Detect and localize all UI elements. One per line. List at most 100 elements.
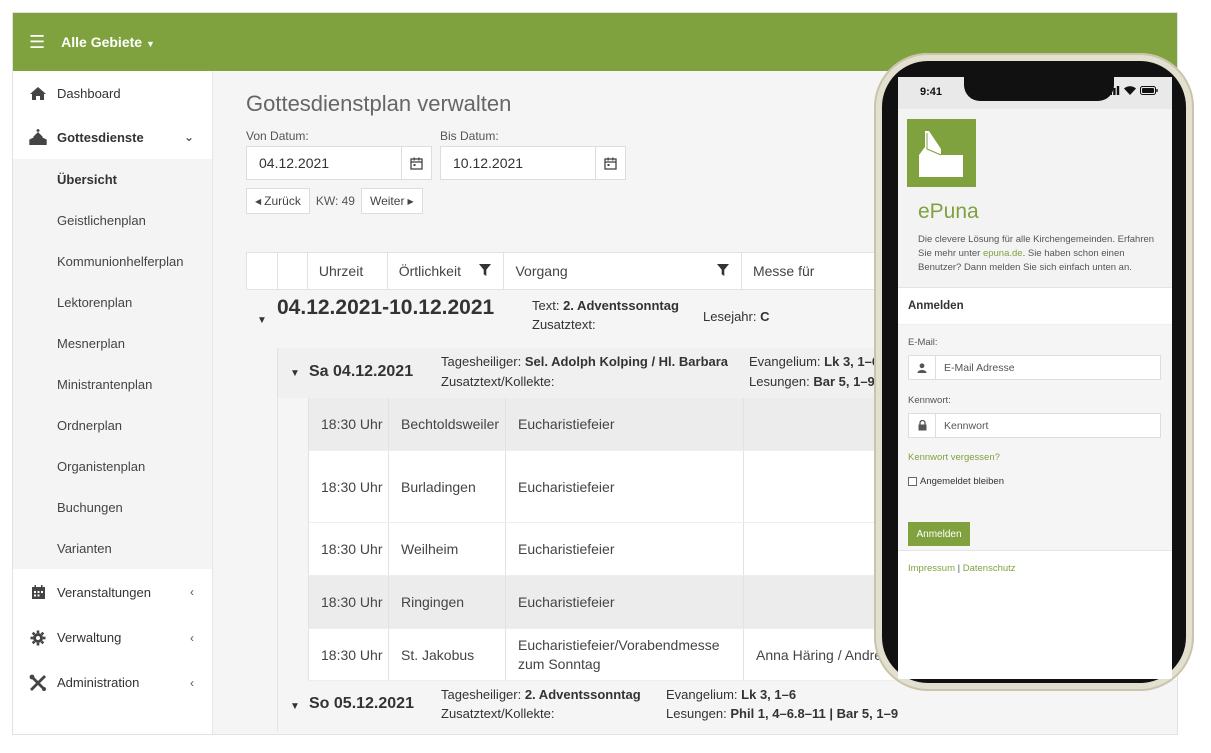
from-date-field[interactable]: 04.12.2021: [246, 146, 432, 180]
phone-mockup: 9:41 ePuna Die clevere Lösung für alle K…: [874, 53, 1194, 691]
phone-screen: 9:41 ePuna Die clevere Lösung für alle K…: [898, 77, 1172, 679]
area-selector-label: Alle Gebiete: [61, 34, 143, 50]
previous-week-label: Zurück: [264, 194, 301, 208]
phone-notch: [964, 77, 1114, 101]
sidebar-subitem-clergy-plan[interactable]: Geistlichenplan: [13, 200, 212, 241]
sidebar-subitem-overview[interactable]: Übersicht: [13, 159, 212, 200]
email-field[interactable]: E-Mail Adresse: [908, 355, 1161, 380]
day-gospel: Evangelium: Lk 3, 1–6: [749, 354, 879, 369]
collapse-caret-icon[interactable]: ▼: [290, 368, 300, 379]
day-extra-text: Zusatztext/Kollekte:: [441, 706, 555, 721]
remember-me-checkbox[interactable]: [908, 477, 917, 486]
collapse-caret-icon[interactable]: ▼: [257, 315, 267, 326]
sidebar-item-management[interactable]: Verwaltung ‹: [13, 615, 212, 660]
cell-location: Bechtoldsweiler: [389, 398, 506, 450]
sidebar-subitem-communion-helper-plan[interactable]: Kommunionhelferplan: [13, 241, 212, 282]
epuna-website-link[interactable]: epuna.de: [983, 248, 1023, 259]
header-event[interactable]: Vorgang: [504, 253, 742, 289]
cell-time: 18:30 Uhr: [309, 451, 389, 522]
day-readings-value: Phil 1, 4–6.8–11 | Bar 5, 1–9: [730, 706, 899, 721]
header-label: Messe für: [752, 263, 815, 279]
sidebar-item-services[interactable]: Gottesdienste ⌄: [13, 115, 212, 159]
header-time[interactable]: Uhrzeit: [308, 253, 388, 289]
liturgical-year: Lesejahr: C: [703, 309, 769, 324]
login-button[interactable]: Anmelden: [908, 522, 970, 546]
week-range: 04.12.2021-10.12.2021: [277, 296, 495, 319]
sidebar-subitem-bookings[interactable]: Buchungen: [13, 487, 212, 528]
from-date-label: Von Datum:: [246, 129, 309, 143]
cell-time: 18:30 Uhr: [309, 523, 389, 575]
header-select-column: [278, 253, 308, 289]
sidebar-item-events[interactable]: Veranstaltungen ‹: [13, 569, 212, 615]
day-readings: Lesungen: Bar 5, 1–9: [749, 374, 875, 389]
day-readings-label: Lesungen:: [666, 706, 731, 721]
calendar-icon[interactable]: [401, 147, 431, 179]
filter-icon[interactable]: [716, 263, 729, 279]
remember-me: Angemeldet bleiben: [908, 476, 1004, 487]
calendar-icon[interactable]: [595, 147, 625, 179]
day-gospel-label: Evangelium:: [666, 687, 742, 702]
password-placeholder: Kennwort: [944, 419, 989, 432]
week-text-value: 2. Adventssonntag: [563, 298, 679, 313]
next-week-button[interactable]: Weiter ▶: [360, 188, 423, 214]
area-selector[interactable]: Alle Gebiete ▼: [61, 34, 155, 50]
cell-event: Eucharistiefeier: [506, 398, 744, 450]
sidebar-subitem-usher-plan[interactable]: Ordnerplan: [13, 405, 212, 446]
calendar-week: KW: 49: [315, 194, 355, 208]
password-field[interactable]: Kennwort: [908, 413, 1161, 438]
imprint-link[interactable]: Impressum: [908, 563, 955, 574]
cell-event: Eucharistiefeier: [506, 451, 744, 522]
chevron-left-icon: ‹: [190, 630, 194, 645]
sidebar-item-label: Verwaltung: [57, 630, 122, 645]
home-icon: [27, 86, 49, 101]
day-readings-value: Bar 5, 1–9: [813, 374, 875, 389]
sidebar-item-label: Dashboard: [57, 85, 121, 101]
sidebar-subitem-variants[interactable]: Varianten: [13, 528, 212, 569]
chevron-down-icon: ⌄: [183, 130, 194, 144]
sidebar-item-dashboard[interactable]: Dashboard: [13, 71, 212, 115]
day-title: Sa 04.12.2021: [309, 363, 414, 380]
week-extra-text: Zusatztext:: [532, 317, 596, 332]
day-saint-value: Sel. Adolph Kolping / Hl. Barbara: [524, 354, 729, 369]
wifi-icon: [1124, 86, 1136, 98]
login-page: ePuna Die clevere Lösung für alle Kirche…: [898, 109, 1172, 574]
sidebar-subitem-lector-plan[interactable]: Lektorenplan: [13, 282, 212, 323]
sidebar: Dashboard Gottesdienste ⌄ Übersicht Geis…: [13, 71, 213, 734]
header-label: Uhrzeit: [318, 263, 364, 279]
signal-icon: [1106, 86, 1120, 98]
lock-icon: [909, 414, 936, 437]
chevron-left-icon: ‹: [190, 675, 194, 690]
page-title: Gottesdienstplan verwalten: [246, 91, 512, 116]
sidebar-subitem-sexton-plan[interactable]: Mesnerplan: [13, 323, 212, 364]
next-week-label: Weiter: [369, 194, 405, 208]
collapse-caret-icon[interactable]: ▼: [290, 701, 300, 712]
sidebar-item-administration[interactable]: Administration ‹: [13, 660, 212, 705]
cell-event-line: Eucharistiefeier/Vorabendmesse: [518, 636, 720, 653]
login-title: Anmelden: [898, 288, 1172, 325]
filter-icon[interactable]: [479, 263, 492, 279]
caret-down-icon: ▼: [145, 39, 155, 49]
liturgical-year-label: Lesejahr:: [703, 309, 761, 324]
services-submenu: Übersicht Geistlichenplan Kommunionhelfe…: [13, 159, 212, 569]
church-icon: [27, 129, 49, 145]
menu-icon[interactable]: ☰: [29, 33, 45, 51]
status-time: 9:41: [920, 86, 943, 98]
footer-separator: |: [954, 563, 963, 574]
header-label: Örtlichkeit: [398, 263, 461, 279]
header-location[interactable]: Örtlichkeit: [388, 253, 505, 289]
previous-week-button[interactable]: ◀ Zurück: [246, 188, 310, 214]
day-readings: Lesungen: Phil 1, 4–6.8–11 | Bar 5, 1–9: [666, 706, 898, 721]
privacy-link[interactable]: Datenschutz: [963, 563, 1016, 574]
day-title: So 05.12.2021: [309, 695, 414, 712]
day-gospel-label: Evangelium:: [749, 354, 825, 369]
day-gospel: Evangelium: Lk 3, 1–6: [666, 687, 796, 702]
status-icons: [1106, 86, 1158, 98]
sidebar-subitem-altar-server-plan[interactable]: Ministrantenplan: [13, 364, 212, 405]
remember-me-label: Angemeldet bleiben: [920, 476, 1004, 487]
cell-event: Eucharistiefeier: [506, 576, 744, 628]
sidebar-subitem-organist-plan[interactable]: Organistenplan: [13, 446, 212, 487]
intro-text: Die clevere Lösung für alle Kirchengemei…: [918, 233, 1158, 275]
forgot-password-link[interactable]: Kennwort vergessen?: [908, 452, 1000, 463]
epuna-logo: [907, 119, 976, 187]
to-date-field[interactable]: 10.12.2021: [440, 146, 626, 180]
